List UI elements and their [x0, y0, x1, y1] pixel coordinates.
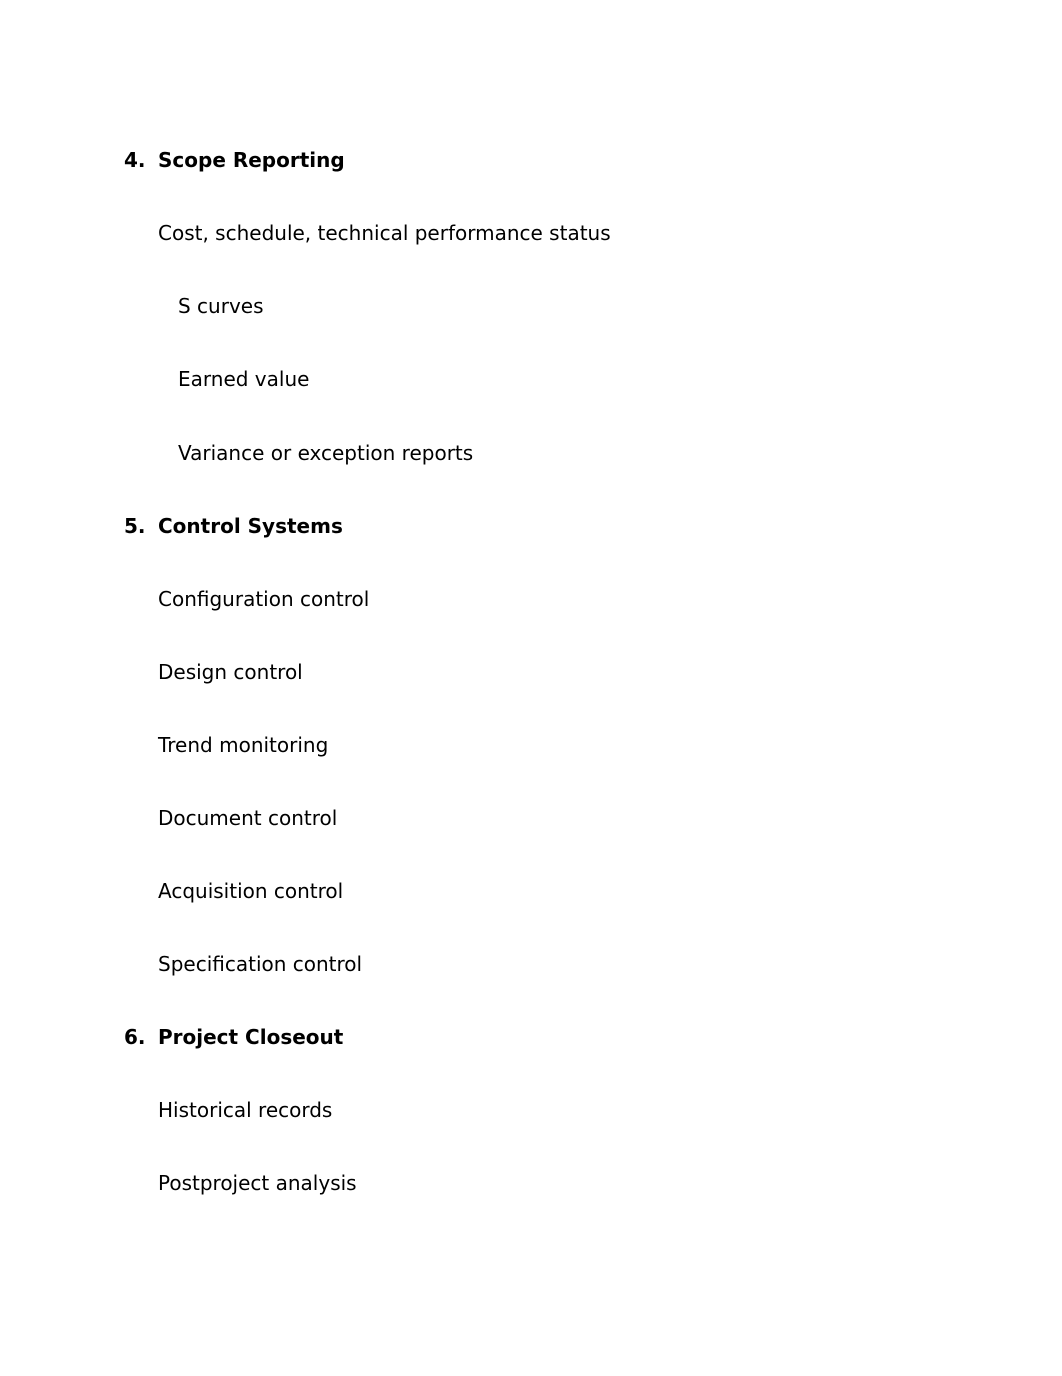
- section-number: 6.: [124, 1025, 146, 1049]
- section-title: Control Systems: [158, 514, 343, 538]
- list-item: Trend monitoring: [158, 733, 329, 757]
- list-item: Historical records: [158, 1098, 333, 1122]
- document-page: 4. Scope Reporting Cost, schedule, techni…: [0, 0, 1062, 1376]
- section-heading-scope-reporting: 4. Scope Reporting: [124, 147, 345, 173]
- list-item: Document control: [158, 806, 338, 830]
- section-number: 5.: [124, 514, 146, 538]
- section-heading-control-systems: 5. Control Systems: [124, 513, 343, 539]
- list-item: Cost, schedule, technical performance st…: [158, 221, 611, 245]
- sub-list-item: Variance or exception reports: [178, 441, 474, 465]
- section-title: Scope Reporting: [158, 148, 345, 172]
- list-item: Design control: [158, 660, 303, 684]
- list-item: Specification control: [158, 952, 363, 976]
- section-number: 4.: [124, 148, 146, 172]
- list-item: Postproject analysis: [158, 1171, 357, 1195]
- sub-list-item: S curves: [178, 294, 264, 318]
- list-item: Acquisition control: [158, 879, 344, 903]
- list-item: Configuration control: [158, 587, 370, 611]
- section-title: Project Closeout: [158, 1025, 344, 1049]
- sub-list-item: Earned value: [178, 367, 310, 391]
- section-heading-project-closeout: 6. Project Closeout: [124, 1024, 343, 1050]
